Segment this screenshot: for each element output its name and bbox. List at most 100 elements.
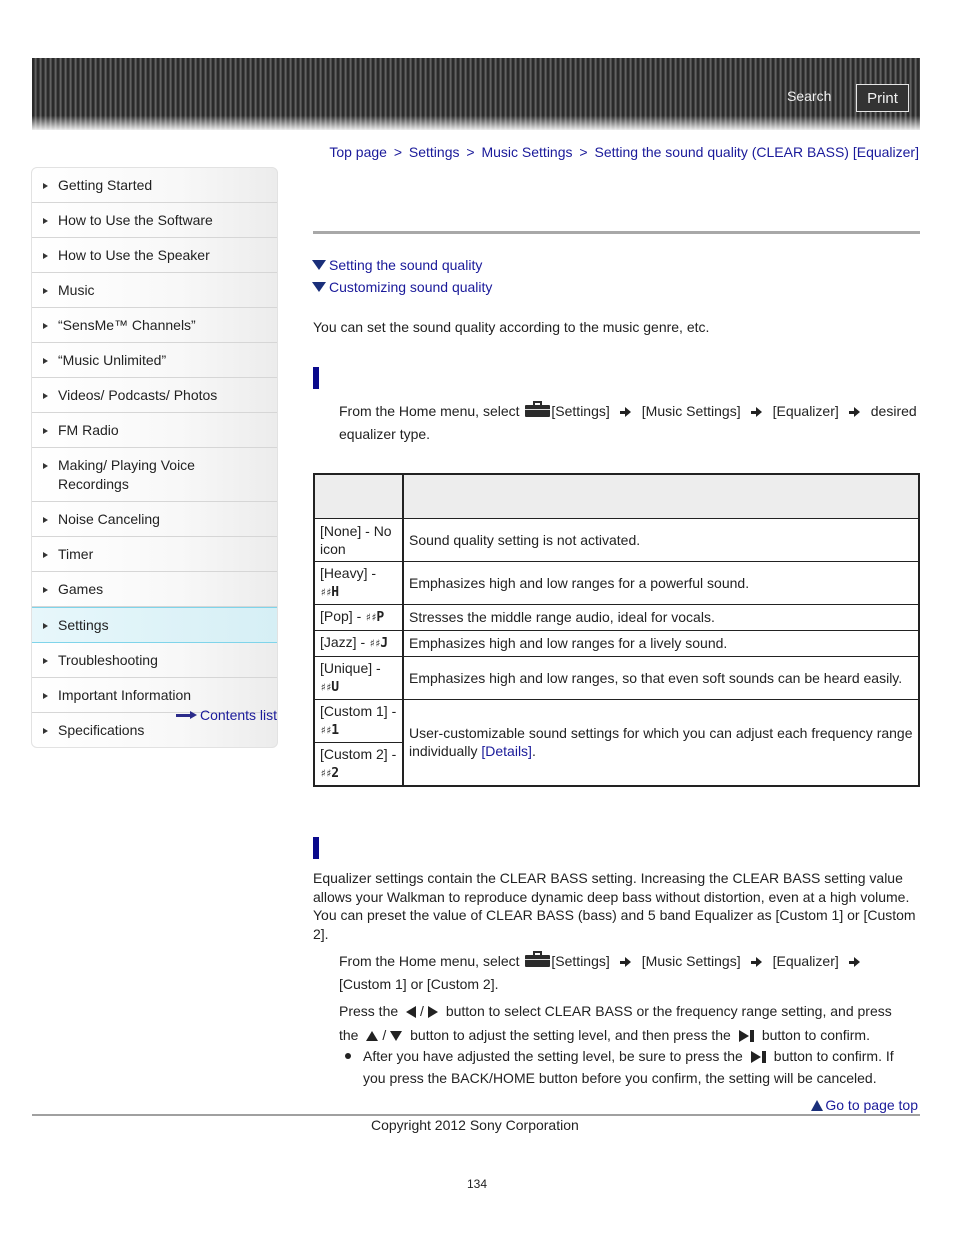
equalizer-unique-icon: ♯♯U — [320, 679, 339, 695]
table-row: [None] - No icon Sound quality setting i… — [313, 517, 920, 562]
sidebar-item-label: Settings — [58, 617, 109, 633]
right-button-icon — [427, 1006, 438, 1019]
step-text: [Music Settings] — [641, 953, 741, 969]
sidebar-item-timer[interactable]: Timer — [32, 537, 277, 572]
eq-type-label: [Pop] - — [320, 608, 362, 624]
sidebar-item-videos-podcasts-photos[interactable]: Videos/ Podcasts/ Photos — [32, 378, 277, 413]
table-row: [Custom 1] - ♯♯1 User-customizable sound … — [313, 698, 920, 786]
arrow-right-icon — [176, 711, 197, 719]
arrow-right-icon — [43, 587, 48, 593]
breadcrumb-current-page[interactable]: Setting the sound quality (CLEAR BASS) [… — [594, 144, 919, 160]
table-of-contents: Setting the sound quality Customizing so… — [312, 254, 492, 298]
arrow-right-icon — [750, 407, 763, 418]
eq-type-label: [Custom 2] - — [320, 745, 397, 762]
step-text: [Equalizer] — [772, 403, 839, 419]
equalizer-heavy-icon: ♯♯H — [320, 584, 339, 600]
equalizer-jazz-icon: ♯♯J — [369, 636, 388, 651]
arrow-right-icon — [43, 463, 48, 469]
step-text: [Settings] — [551, 403, 610, 419]
table-header-cell — [313, 473, 404, 519]
arrow-right-icon — [43, 728, 48, 734]
step-adjust-level: Press the / button to select CLEAR BASS … — [339, 999, 919, 1047]
sidebar-item-fm-radio[interactable]: FM Radio — [32, 413, 277, 448]
breadcrumb: Top page > Settings > Music Settings > S… — [329, 144, 919, 160]
arrow-right-icon — [43, 552, 48, 558]
sidebar-item-voice-recordings[interactable]: Making/ Playing Voice Recordings — [32, 448, 277, 502]
section-marker — [313, 367, 319, 389]
sidebar-item-noise-canceling[interactable]: Noise Canceling — [32, 502, 277, 537]
header-banner: Search Print — [32, 58, 920, 130]
sidebar-item-label: Timer — [58, 546, 94, 562]
eq-type-description: User-customizable sound settings for whi… — [402, 698, 920, 786]
sidebar-item-label: Noise Canceling — [58, 511, 160, 527]
punctuation: . — [531, 743, 536, 759]
play-pause-button-icon — [738, 1030, 754, 1043]
arrow-right-icon — [43, 517, 48, 523]
sidebar-item-label: “Music Unlimited” — [58, 352, 167, 368]
up-button-icon — [366, 1031, 379, 1042]
toc-link-label: Customizing sound quality — [329, 279, 493, 295]
sidebar-item-label: Specifications — [58, 722, 145, 738]
arrow-right-icon — [43, 323, 48, 329]
toc-link-setting-sound-quality[interactable]: Setting the sound quality — [312, 254, 492, 276]
arrow-right-icon — [43, 288, 48, 294]
arrow-right-icon — [43, 623, 48, 629]
sidebar-item-games[interactable]: Games — [32, 572, 277, 607]
sidebar-nav: Getting Started How to Use the Software … — [31, 167, 278, 748]
sidebar-item-how-to-use-software[interactable]: How to Use the Software — [32, 203, 277, 238]
sidebar-item-label: Important Information — [58, 687, 192, 703]
arrow-right-icon — [43, 428, 48, 434]
search-link[interactable]: Search — [787, 88, 831, 104]
left-button-icon — [406, 1006, 417, 1019]
step-text: Press the — [339, 1003, 399, 1019]
go-to-top-label: Go to page top — [825, 1097, 918, 1113]
eq-type-name: [Custom 1] - ♯♯1 — [313, 698, 404, 743]
sidebar-item-music-unlimited[interactable]: “Music Unlimited” — [32, 343, 277, 378]
step-text: / — [420, 1003, 424, 1019]
breadcrumb-separator: > — [466, 144, 475, 160]
note-text: After you have adjusted the setting leve… — [363, 1048, 743, 1064]
sidebar-item-label: Getting Started — [58, 177, 153, 193]
table-row: [Jazz] - ♯♯J Emphasizes high and low ran… — [313, 629, 920, 657]
toc-link-customizing-sound-quality[interactable]: Customizing sound quality — [312, 276, 492, 298]
intro-text: You can set the sound quality according … — [313, 319, 710, 335]
sidebar-item-settings[interactable]: Settings — [32, 607, 277, 643]
details-link[interactable]: [Details] — [481, 743, 532, 759]
step-setting-equalizer: From the Home menu, select [Settings] [Mu… — [339, 400, 919, 446]
sidebar-item-how-to-use-speaker[interactable]: How to Use the Speaker — [32, 238, 277, 273]
step-text: equalizer type. — [339, 426, 431, 442]
step-text: From the Home menu, select — [339, 953, 520, 969]
equalizer-custom1-icon: ♯♯1 — [320, 722, 339, 738]
sidebar-item-label: Videos/ Podcasts/ Photos — [58, 387, 218, 403]
step-text: desired — [870, 403, 917, 419]
down-button-icon — [390, 1031, 403, 1042]
sidebar-item-sensme-channels[interactable]: “SensMe™ Channels” — [32, 308, 277, 343]
sidebar-item-music[interactable]: Music — [32, 273, 277, 308]
sidebar-item-label: Troubleshooting — [58, 652, 158, 668]
eq-type-name: [Custom 2] - ♯♯2 — [313, 741, 404, 786]
table-row: [Heavy] - ♯♯H Emphasizes high and low ran… — [313, 560, 920, 605]
eq-type-description: Emphasizes high and low ranges for a liv… — [402, 629, 920, 657]
eq-type-label: [Unique] - — [320, 659, 381, 676]
contents-list-label: Contents list — [200, 707, 278, 723]
breadcrumb-separator: > — [579, 144, 588, 160]
step-text: button to adjust the setting level, and … — [410, 1027, 731, 1043]
go-to-page-top-link[interactable]: Go to page top — [811, 1097, 918, 1113]
contents-list-link[interactable]: Contents list — [176, 707, 277, 723]
step-text: button to confirm. — [761, 1027, 870, 1043]
print-button[interactable]: Print — [856, 84, 909, 112]
equalizer-pop-icon: ♯♯P — [365, 610, 384, 625]
breadcrumb-top-page[interactable]: Top page — [329, 144, 387, 160]
footer-divider — [32, 1114, 920, 1116]
eq-type-description: Emphasizes high and low ranges, so that … — [402, 655, 920, 700]
sidebar-item-getting-started[interactable]: Getting Started — [32, 168, 277, 203]
step-text: [Custom 1] or [Custom 2]. — [339, 976, 499, 992]
arrow-right-icon — [43, 358, 48, 364]
sidebar-item-troubleshooting[interactable]: Troubleshooting — [32, 643, 277, 678]
breadcrumb-music-settings[interactable]: Music Settings — [481, 144, 572, 160]
settings-toolbox-icon — [525, 401, 551, 417]
clear-bass-paragraph: Equalizer settings contain the CLEAR BAS… — [313, 870, 916, 942]
eq-type-description: Sound quality setting is not activated. — [402, 517, 920, 562]
breadcrumb-settings[interactable]: Settings — [409, 144, 460, 160]
eq-type-name: [Jazz] - ♯♯J — [313, 629, 404, 657]
